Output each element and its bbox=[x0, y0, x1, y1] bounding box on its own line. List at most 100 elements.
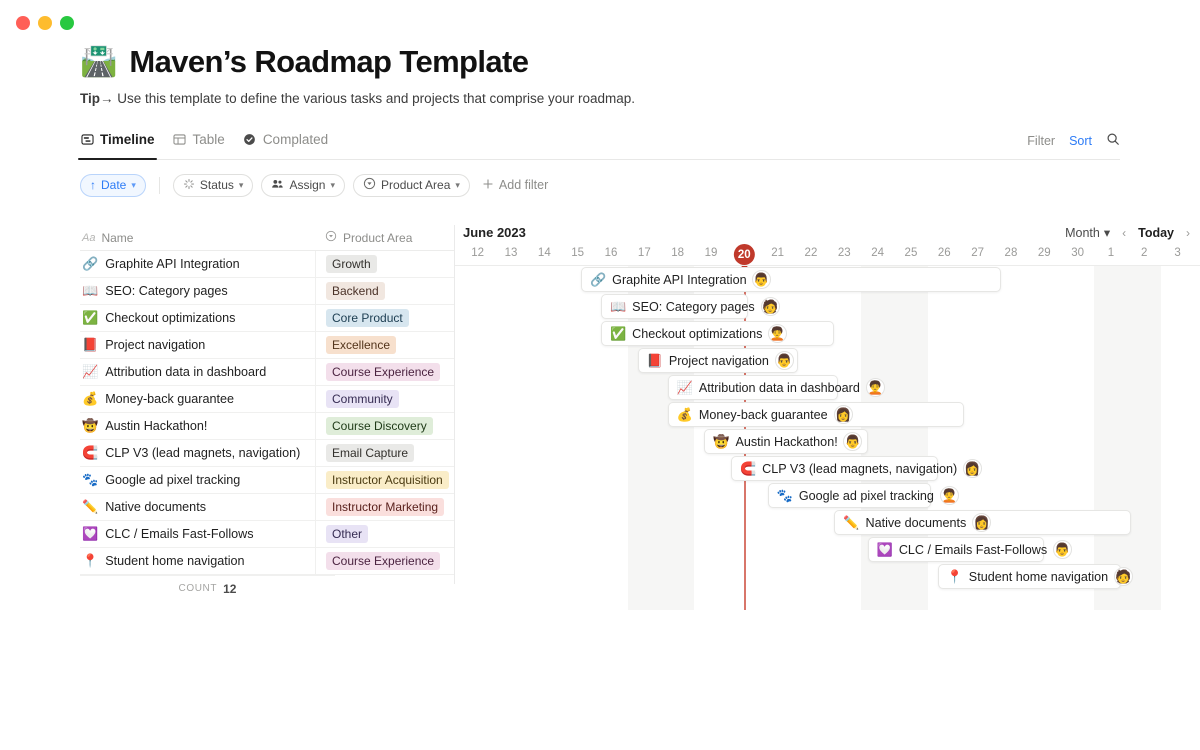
filter-button[interactable]: Filter bbox=[1027, 134, 1055, 148]
today-button[interactable]: Today bbox=[1138, 226, 1174, 240]
day-label: 12 bbox=[471, 247, 485, 259]
day-label: 29 bbox=[1037, 247, 1051, 259]
filter-pill-assign-label: Assign bbox=[289, 178, 326, 193]
row-emoji-icon: 📈 bbox=[82, 364, 99, 379]
timeline-month-title: June 2023 bbox=[463, 225, 526, 240]
row-emoji-icon: 🤠 bbox=[82, 418, 99, 433]
timeline-canvas: 🔗 Graphite API Integration 👨 📖 SEO: Category… bbox=[455, 265, 1200, 610]
column-header-name-label: Name bbox=[101, 230, 134, 245]
table-row[interactable]: 🤠 Austin Hackathon! Course Discovery bbox=[80, 412, 455, 440]
tab-timeline-label: Timeline bbox=[100, 131, 155, 147]
window-controls bbox=[16, 16, 74, 30]
table-cell-name: 📕 Project navigation bbox=[80, 337, 315, 353]
filter-pill-assign[interactable]: Assign ▾ bbox=[261, 173, 346, 197]
bar-emoji-icon: 🧲 bbox=[739, 460, 757, 476]
text-type-icon: Aa bbox=[82, 231, 96, 244]
bar-label: CLC / Emails Fast-Follows bbox=[898, 542, 1048, 557]
table-cell-product-area: Community bbox=[315, 385, 455, 413]
bar-emoji-icon: 💟 bbox=[876, 541, 893, 557]
product-area-tag: Other bbox=[326, 525, 369, 543]
table-row[interactable]: 💟 CLC / Emails Fast-Follows Other bbox=[80, 520, 455, 548]
chevron-right-icon[interactable]: › bbox=[1186, 226, 1190, 240]
table-row[interactable]: ✅ Checkout optimizations Core Product bbox=[80, 304, 455, 332]
timeline-bar[interactable]: 💰 Money-back guarantee bbox=[667, 402, 965, 427]
table-cell-name: 📍 Student home navigation bbox=[80, 553, 315, 569]
chevron-left-icon[interactable]: ‹ bbox=[1122, 226, 1126, 240]
task-table: Aa Name Product Area 🔗 Graphite API Integ… bbox=[80, 225, 455, 610]
product-area-tag: Backend bbox=[326, 282, 385, 300]
filter-pill-date[interactable]: ↑ Date ▾ bbox=[80, 173, 146, 197]
add-filter-label: Add filter bbox=[498, 178, 549, 193]
close-window-button[interactable] bbox=[16, 16, 30, 30]
bar-emoji-icon: 📖 bbox=[609, 298, 627, 314]
filter-pill-status[interactable]: Status ▾ bbox=[172, 173, 254, 197]
assignee-avatar[interactable]: 🧑 bbox=[760, 297, 780, 316]
row-emoji-icon: 💰 bbox=[82, 391, 99, 406]
bar-label: Google ad pixel tracking bbox=[798, 488, 934, 503]
assignee-avatar[interactable]: 👨 bbox=[774, 351, 794, 370]
row-emoji-icon: ✏️ bbox=[82, 499, 99, 514]
assignee-avatar[interactable]: 👩 bbox=[962, 459, 982, 478]
day-label: 14 bbox=[537, 247, 551, 259]
table-row[interactable]: 📕 Project navigation Excellence bbox=[80, 331, 455, 359]
assignee-avatar[interactable]: 👨 bbox=[1052, 540, 1072, 559]
product-area-tag: Course Discovery bbox=[326, 417, 433, 435]
timeline-bar[interactable]: 🧲 CLP V3 (lead magnets, navigation) bbox=[730, 456, 957, 481]
row-name-label: Checkout optimizations bbox=[105, 311, 236, 325]
count-label: COUNT bbox=[178, 583, 218, 594]
tab-complated[interactable]: Complated bbox=[243, 128, 328, 159]
bar-label: Native documents bbox=[865, 515, 967, 530]
row-name-label: CLC / Emails Fast-Follows bbox=[105, 527, 254, 541]
table-row[interactable]: 📍 Student home navigation Course Experienc… bbox=[80, 547, 455, 575]
row-name-label: Attribution data in dashboard bbox=[105, 365, 267, 379]
table-cell-product-area: Email Capture bbox=[315, 439, 455, 467]
timeline-bar[interactable]: 📖 SEO: Category pages bbox=[600, 294, 755, 319]
row-emoji-icon: 💟 bbox=[82, 526, 99, 541]
add-filter-button[interactable]: Add filter bbox=[482, 178, 548, 193]
table-row[interactable]: 🔗 Graphite API Integration Growth bbox=[80, 250, 455, 278]
table-row[interactable]: 📈 Attribution data in dashboard Course Exp… bbox=[80, 358, 455, 386]
timeline-controls: Month ▾ ‹ Today › bbox=[1065, 225, 1190, 241]
timeline-bar[interactable]: ✅ Checkout optimizations bbox=[600, 321, 835, 346]
day-label: 25 bbox=[904, 247, 918, 259]
timeline-bar[interactable]: 📕 Project navigation bbox=[637, 348, 798, 373]
search-icon[interactable] bbox=[1106, 132, 1120, 151]
timeline-bar[interactable]: 📈 Attribution data in dashboard bbox=[667, 375, 860, 400]
column-header-name[interactable]: Aa Name bbox=[80, 231, 315, 245]
assignee-avatar[interactable]: 🧑‍🦱 bbox=[865, 378, 885, 397]
minimize-window-button[interactable] bbox=[38, 16, 52, 30]
table-cell-name: 🐾 Google ad pixel tracking bbox=[80, 472, 315, 488]
sort-button[interactable]: Sort bbox=[1069, 134, 1092, 148]
filter-pill-product-area[interactable]: Product Area ▾ bbox=[353, 173, 470, 197]
timeline-zoom-select[interactable]: Month ▾ bbox=[1065, 225, 1110, 241]
table-cell-product-area: Core Product bbox=[315, 304, 455, 332]
table-row[interactable]: 💰 Money-back guarantee Community bbox=[80, 385, 455, 413]
tab-timeline[interactable]: Timeline bbox=[78, 128, 157, 160]
table-row[interactable]: 🐾 Google ad pixel tracking Instructor Acqu… bbox=[80, 466, 455, 494]
product-area-tag: Course Experience bbox=[326, 552, 441, 570]
assignee-avatar[interactable]: 🧑 bbox=[1113, 567, 1133, 586]
day-label: 26 bbox=[937, 247, 951, 259]
timeline-bar[interactable]: 🔗 Graphite API Integration bbox=[580, 267, 1001, 292]
select-icon bbox=[363, 177, 376, 193]
table-row[interactable]: 🧲 CLP V3 (lead magnets, navigation) Email … bbox=[80, 439, 455, 467]
zoom-window-button[interactable] bbox=[60, 16, 74, 30]
table-cell-name: ✅ Checkout optimizations bbox=[80, 310, 315, 326]
tab-complated-label: Complated bbox=[262, 131, 329, 147]
timeline-bar[interactable]: 💟 CLC / Emails Fast-Follows bbox=[867, 537, 1048, 562]
assignee-avatar[interactable]: 👨 bbox=[751, 270, 771, 289]
table-cell-product-area: Growth bbox=[315, 250, 455, 278]
tab-table[interactable]: Table bbox=[173, 128, 225, 159]
bar-emoji-icon: 📍 bbox=[946, 568, 963, 584]
column-header-product-area[interactable]: Product Area bbox=[315, 230, 455, 245]
assignee-avatar[interactable]: 👩 bbox=[833, 405, 853, 424]
day-label: 2 bbox=[1141, 247, 1148, 259]
table-row[interactable]: 📖 SEO: Category pages Backend bbox=[80, 277, 455, 305]
filter-pill-date-label: Date bbox=[101, 178, 127, 193]
assignee-avatar[interactable]: 🧑‍🦱 bbox=[767, 324, 787, 343]
day-label: 30 bbox=[1071, 247, 1084, 259]
timeline-bar[interactable]: 📍 Student home navigation bbox=[937, 564, 1121, 589]
timeline-bar[interactable]: 🐾 Google ad pixel tracking bbox=[767, 483, 934, 508]
assignee-avatar[interactable]: 🧑‍🦱 bbox=[939, 486, 959, 505]
table-row[interactable]: ✏️ Native documents Instructor Marketing bbox=[80, 493, 455, 521]
